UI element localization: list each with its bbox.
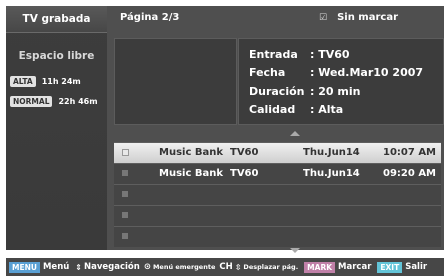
preview-thumbnail <box>114 38 237 125</box>
info-row-date: Fecha : Wed.Mar10 2007 <box>249 66 423 79</box>
mark-label: Marcar <box>338 262 372 272</box>
row-date: Thu.Jun14 <box>303 147 360 158</box>
info-key: Entrada <box>249 48 298 61</box>
quality-badge-normal: NORMAL <box>10 96 53 107</box>
recording-row[interactable]: Music Bank TV60 Thu.Jun14 09:20 AM <box>114 163 441 184</box>
help-bar: MENU Menú ⇕ Navegación ⊙ Menú emergente … <box>6 258 444 276</box>
row-checkbox[interactable] <box>122 212 128 218</box>
row-time: 09:20 AM <box>383 168 437 179</box>
quality-high-row: ALTA 11h 24m <box>10 76 81 87</box>
main-panel: Página 2/3 ☑ Sin marcar Entrada : TV60 Fe… <box>110 6 444 253</box>
channel-rocker-icon: ⇳ <box>234 262 242 272</box>
row-date: Thu.Jun14 <box>303 168 360 179</box>
mark-key[interactable]: MARK <box>304 261 336 273</box>
checkbox-icon: ☑ <box>319 12 328 23</box>
menu-key[interactable]: MENU <box>9 261 40 273</box>
quality-time-normal: 22h 46m <box>58 97 98 106</box>
ch-key[interactable]: CH <box>219 262 232 272</box>
row-checkbox[interactable] <box>122 233 128 239</box>
unmark-label: Sin marcar <box>337 12 399 23</box>
info-row-duration: Duración : 20 min <box>249 85 360 98</box>
up-down-icon: ⇕ <box>75 262 82 272</box>
ok-button-icon: ⊙ <box>143 262 151 272</box>
row-title: Music Bank <box>159 168 223 179</box>
info-value: : TV60 <box>310 48 350 61</box>
popup-label: Menú emergente <box>152 263 216 271</box>
scroll-up-icon[interactable] <box>290 131 300 136</box>
panel-title: TV grabada <box>6 6 107 33</box>
recording-row[interactable] <box>114 205 441 226</box>
page-indicator: Página 2/3 <box>120 12 180 23</box>
info-value: : 20 min <box>310 85 361 98</box>
row-title: Music Bank <box>159 147 223 158</box>
row-time: 10:07 AM <box>383 147 437 158</box>
info-key: Fecha <box>249 66 286 79</box>
info-value: : Wed.Mar10 2007 <box>310 66 424 79</box>
quality-normal-row: NORMAL 22h 46m <box>10 96 98 107</box>
row-channel: TV60 <box>230 168 259 179</box>
exit-key[interactable]: EXIT <box>377 261 403 273</box>
info-value: : Alta <box>310 103 344 116</box>
quality-time-high: 11h 24m <box>41 77 81 86</box>
free-space-label: Espacio libre <box>18 50 95 62</box>
unmark-option[interactable]: ☑ Sin marcar <box>319 12 398 23</box>
row-channel: TV60 <box>230 147 259 158</box>
recording-row[interactable]: Music Bank TV60 Thu.Jun14 10:07 AM <box>114 142 441 163</box>
recording-row[interactable] <box>114 226 441 247</box>
info-row-quality: Calidad : Alta <box>249 103 343 116</box>
recording-row[interactable] <box>114 184 441 205</box>
info-key: Duración <box>249 85 305 98</box>
recording-info-box: Entrada : TV60 Fecha : Wed.Mar10 2007 Dura… <box>238 38 444 125</box>
exit-label: Salir <box>405 262 428 272</box>
menu-label: Menú <box>42 262 70 272</box>
info-row-channel: Entrada : TV60 <box>249 48 350 61</box>
left-panel: TV grabada Espacio libre ALTA 11h 24m NO… <box>6 6 107 250</box>
scroll-down-icon[interactable] <box>290 248 300 253</box>
info-key: Calidad <box>249 103 296 116</box>
row-checkbox[interactable] <box>122 191 128 197</box>
row-checkbox[interactable] <box>122 170 128 176</box>
scroll-label: Desplazar pág. <box>243 263 299 271</box>
nav-label: Navegación <box>84 262 140 272</box>
row-checkbox[interactable] <box>122 149 129 156</box>
quality-badge-high: ALTA <box>10 76 36 87</box>
